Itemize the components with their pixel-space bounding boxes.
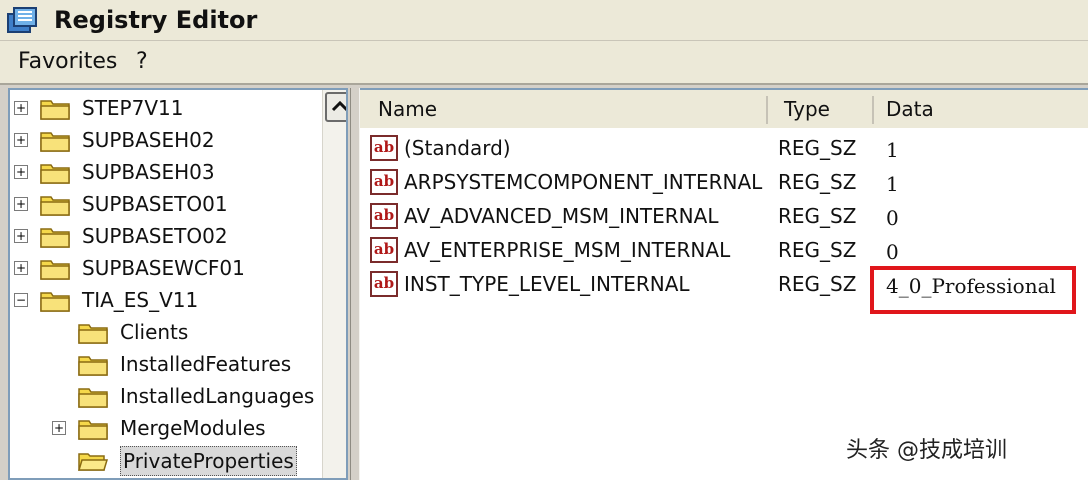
folder-open-icon (78, 453, 108, 471)
value-name: ARPSYSTEMCOMPONENT_INTERNAL (404, 170, 763, 194)
tree-item-label: SUPBASEH03 (82, 160, 215, 184)
folder-icon (78, 356, 108, 376)
tree-item[interactable]: + SUPBASEH02 (10, 124, 320, 156)
tree-item[interactable]: InstalledFeatures (10, 348, 320, 380)
expand-icon[interactable]: + (14, 197, 28, 211)
tree-item[interactable]: InstalledLanguages (10, 380, 320, 412)
value-data: 0 (886, 206, 899, 230)
value-type: REG_SZ (778, 136, 857, 160)
value-row[interactable]: ab AV_ENTERPRISE_MSM_INTERNAL REG_SZ 0 (360, 234, 1088, 268)
key-tree[interactable]: + STEP7V11 + SUPBASEH02 + SUPBASEH03 + SUPBASET… (8, 88, 348, 480)
tree-item[interactable]: + MergeModules (10, 412, 320, 444)
column-data[interactable]: Data (886, 90, 934, 128)
folder-icon (78, 324, 108, 344)
folder-icon (40, 164, 70, 184)
string-value-icon: ab (370, 135, 400, 163)
tree-item-label: SUPBASETO02 (82, 224, 228, 248)
folder-icon (40, 132, 70, 152)
tree-item-label: SUPBASEWCF01 (82, 256, 245, 280)
column-name[interactable]: Name (378, 90, 437, 128)
tree-item[interactable]: + SUPBASEH03 (10, 156, 320, 188)
value-row[interactable]: ab AV_ADVANCED_MSM_INTERNAL REG_SZ 0 (360, 200, 1088, 234)
collapse-icon[interactable]: − (14, 293, 28, 307)
tree-item[interactable]: + SUPBASEWCF01 (10, 252, 320, 284)
pane-splitter[interactable] (350, 88, 360, 480)
menu-help[interactable]: ? (136, 47, 148, 77)
column-divider[interactable] (766, 96, 768, 124)
value-data: 1 (886, 138, 899, 162)
expand-icon[interactable]: + (14, 101, 28, 115)
folder-icon (78, 388, 108, 408)
value-row[interactable]: ab (Standard) REG_SZ 1 (360, 132, 1088, 166)
column-type[interactable]: Type (784, 90, 830, 128)
folder-icon (40, 292, 70, 312)
watermark: 头条 @技成培训 (846, 438, 1007, 463)
tree-item[interactable]: + SUPBASETO02 (10, 220, 320, 252)
window-title: Registry Editor (54, 6, 258, 34)
string-value-icon: ab (370, 169, 400, 197)
expand-icon[interactable]: + (14, 165, 28, 179)
tree-scrollbar[interactable] (322, 90, 346, 478)
values-list[interactable]: Name Type Data ab (Standard) REG_SZ 1 ab ARPS… (360, 88, 1088, 480)
menu-bar: Favorites ? (0, 41, 1088, 85)
value-type: REG_SZ (778, 238, 857, 262)
tree-item-label: PrivateProperties (120, 446, 297, 476)
value-row[interactable]: ab ARPSYSTEMCOMPONENT_INTERNAL REG_SZ 1 (360, 166, 1088, 200)
string-value-icon: ab (370, 271, 400, 299)
folder-icon (78, 420, 108, 440)
value-type: REG_SZ (778, 170, 857, 194)
list-header: Name Type Data (360, 90, 1088, 128)
string-value-icon: ab (370, 237, 400, 265)
value-name: (Standard) (404, 136, 511, 160)
tree-item-label: InstalledFeatures (120, 352, 292, 376)
value-name: INST_TYPE_LEVEL_INTERNAL (404, 272, 690, 296)
folder-icon (40, 228, 70, 248)
value-data: 0 (886, 240, 899, 264)
folder-icon (40, 196, 70, 216)
tree-item[interactable]: Clients (10, 316, 320, 348)
tree-item-label: SUPBASEH02 (82, 128, 215, 152)
value-name: AV_ADVANCED_MSM_INTERNAL (404, 204, 719, 228)
tree-item[interactable]: PrivateProperties (10, 444, 320, 476)
tree-item[interactable]: − TIA_ES_V11 (10, 284, 320, 316)
regedit-icon (7, 7, 37, 33)
tree-item[interactable]: + STEP7V11 (10, 92, 320, 124)
value-type: REG_SZ (778, 272, 857, 296)
scroll-up-button[interactable] (325, 92, 346, 122)
chevron-up-icon (331, 100, 346, 112)
tree-item-label: SUPBASETO01 (82, 192, 228, 216)
folder-icon (40, 260, 70, 280)
tree-item-label: Clients (120, 320, 189, 344)
column-divider[interactable] (872, 96, 874, 124)
title-bar: Registry Editor (0, 0, 1088, 41)
tree-item-label: STEP7V11 (82, 96, 184, 120)
expand-icon[interactable]: + (52, 421, 66, 435)
tree-item[interactable]: + SUPBASETO01 (10, 188, 320, 220)
value-data: 1 (886, 172, 899, 196)
value-type: REG_SZ (778, 204, 857, 228)
value-name: AV_ENTERPRISE_MSM_INTERNAL (404, 238, 731, 262)
tree-item-label: TIA_ES_V11 (82, 288, 199, 312)
expand-icon[interactable]: + (14, 229, 28, 243)
tree-item-label: MergeModules (120, 416, 266, 440)
menu-favorites[interactable]: Favorites (18, 47, 117, 77)
expand-icon[interactable]: + (14, 133, 28, 147)
folder-icon (40, 100, 70, 120)
string-value-icon: ab (370, 203, 400, 231)
tree-item-label: InstalledLanguages (120, 384, 315, 408)
highlight-box (870, 266, 1076, 314)
expand-icon[interactable]: + (14, 261, 28, 275)
